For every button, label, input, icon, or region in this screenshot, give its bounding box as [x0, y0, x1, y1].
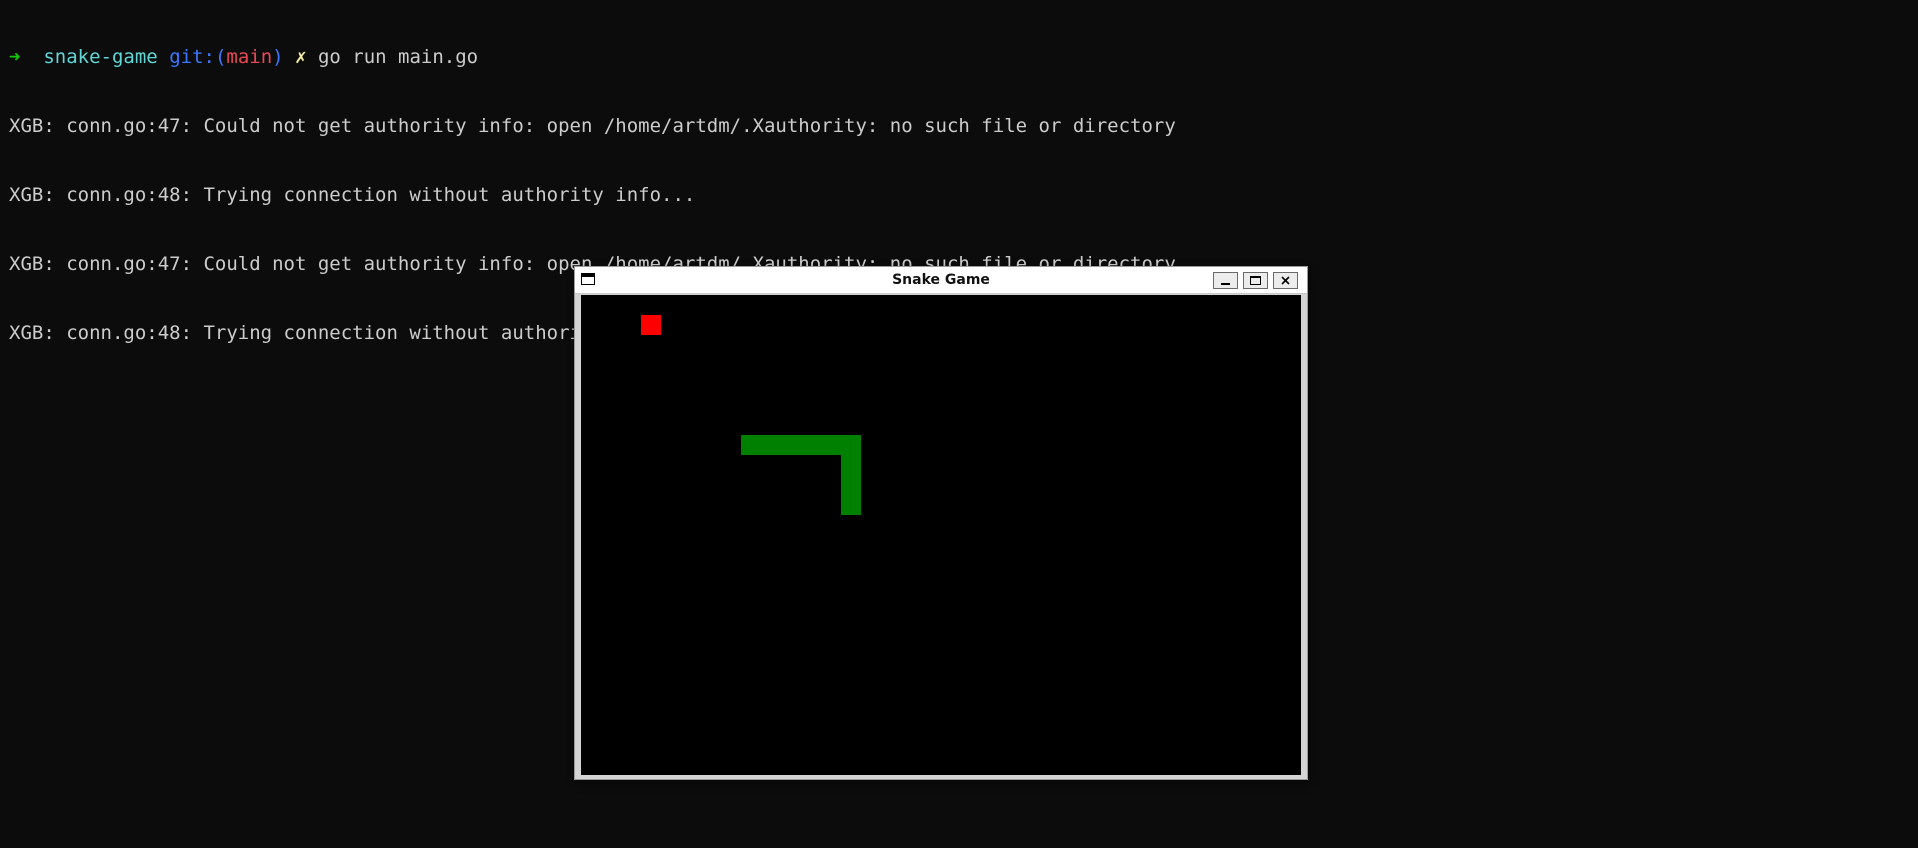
git-branch: main	[226, 46, 273, 68]
git-dirty-mark: ✗	[295, 46, 307, 68]
window-title-bar[interactable]: Snake Game	[575, 267, 1307, 294]
prompt-arrow: ➜	[9, 46, 21, 68]
close-button[interactable]	[1273, 272, 1298, 289]
snake-segment	[841, 435, 861, 455]
snake-segment	[841, 495, 861, 515]
snake-segment	[761, 435, 781, 455]
food-pellet	[641, 315, 661, 335]
current-directory: snake-game	[43, 46, 158, 68]
output-line: XGB: conn.go:47: Could not get authority…	[9, 115, 1176, 137]
window-title: Snake Game	[892, 272, 990, 288]
snake-segment	[781, 435, 801, 455]
snake-segment	[841, 475, 861, 495]
maximize-button[interactable]	[1243, 272, 1268, 289]
game-canvas[interactable]	[581, 295, 1301, 775]
minimize-button[interactable]	[1213, 272, 1238, 289]
git-suffix: )	[272, 46, 284, 68]
git-prefix: git:(	[169, 46, 227, 68]
snake-segment	[821, 435, 841, 455]
snake-segment	[841, 455, 861, 475]
snake-game-window[interactable]: Snake Game	[575, 267, 1307, 779]
maximize-icon	[1250, 276, 1261, 285]
command-text: go run main.go	[317, 46, 479, 68]
prompt-line: ➜ snake-game git:(main) ✗ go run main.go	[9, 46, 1909, 69]
snake-segment	[801, 435, 821, 455]
output-line: XGB: conn.go:48: Trying connection witho…	[9, 184, 696, 206]
minimize-icon	[1221, 283, 1230, 285]
snake-segment	[741, 435, 761, 455]
close-icon	[1281, 276, 1290, 285]
